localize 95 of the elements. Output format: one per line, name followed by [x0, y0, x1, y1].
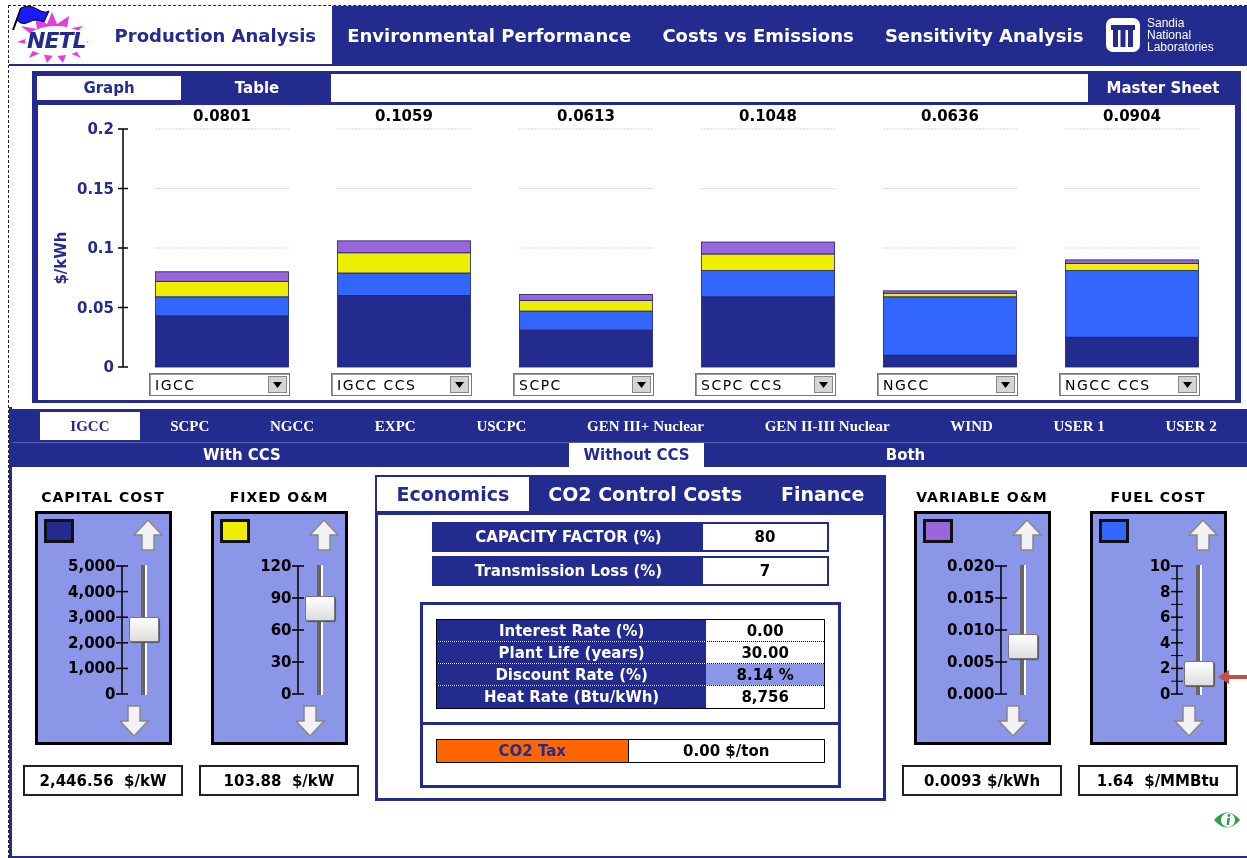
axis-tick-label: 0.1 — [87, 239, 114, 257]
value-label: 0.0801 — [193, 107, 251, 125]
scale-label: 0 — [1160, 686, 1171, 702]
technology-tab[interactable]: NGCC — [239, 412, 345, 440]
technology-tab[interactable]: IGCC — [40, 412, 140, 440]
partner-logo-text: Sandia National Laboratories — [1147, 17, 1214, 53]
economics-tab[interactable]: Economics — [377, 477, 529, 511]
logo-text: NETL — [27, 28, 86, 53]
caret-icon — [632, 376, 651, 393]
technology-dropdown[interactable]: NGCC — [877, 373, 1018, 396]
slider-thumb[interactable] — [1183, 661, 1214, 687]
main-tab[interactable]: Environmental Performance — [331, 6, 647, 64]
technology-tab[interactable]: EXPC — [344, 412, 447, 440]
down-arrow-button[interactable] — [118, 705, 149, 737]
scale-label: 0.020 — [947, 558, 995, 574]
scale-label: 0.010 — [947, 622, 995, 638]
ccs-option[interactable]: Both — [704, 443, 1247, 467]
view-tab[interactable]: Table — [183, 74, 331, 102]
scale-label: 1,000 — [68, 660, 116, 677]
technology-tab[interactable]: GEN III+ Nuclear — [556, 412, 735, 440]
technology-dropdown[interactable]: IGCC CCS — [331, 373, 472, 396]
technology-dropdown[interactable]: NGCC CCS — [1059, 373, 1200, 396]
master-sheet-button[interactable]: Master Sheet — [1088, 74, 1238, 102]
technology-tab[interactable]: USCPC — [446, 412, 557, 440]
value-label: 0.1059 — [375, 107, 433, 125]
technology-tab[interactable]: USER 1 — [1023, 412, 1136, 440]
technology-tab[interactable]: GEN II-III Nuclear — [734, 412, 920, 440]
value-display: 0.0093 $/kWh — [902, 765, 1062, 796]
scale-label: 6 — [1160, 609, 1171, 626]
down-arrow-button[interactable] — [997, 705, 1028, 737]
ccs-option[interactable]: Without CCS — [569, 443, 704, 467]
scale-label: 0.005 — [947, 654, 995, 670]
value-label: 0.0613 — [557, 107, 615, 125]
caret-icon — [1178, 376, 1197, 393]
main-tab[interactable]: Costs vs Emissions — [646, 6, 870, 64]
slider-title: FUEL COST — [1110, 489, 1206, 507]
finance-label: Heat Rate (Btu/kWh) — [437, 686, 707, 708]
axis-tick-label: 0.2 — [87, 120, 114, 138]
value-label: 0.0636 — [921, 107, 979, 125]
view-tab[interactable]: Graph — [35, 74, 183, 102]
value-label: 0.0904 — [1103, 107, 1161, 125]
caret-icon — [450, 376, 469, 393]
value-display: 103.88 $/kW — [199, 765, 359, 796]
scale-label: 2,000 — [68, 634, 116, 651]
thunderbird-emblem-icon — [1105, 17, 1141, 53]
caret-icon — [268, 376, 287, 393]
caret-icon — [996, 376, 1015, 393]
slider-thumb[interactable] — [304, 596, 335, 622]
scale-label: 90 — [270, 590, 292, 606]
technology-tab[interactable]: SCPC — [139, 412, 240, 440]
ccs-option[interactable]: With CCS — [12, 443, 472, 467]
scale-label: 0 — [105, 686, 116, 702]
slider-thumb[interactable] — [1007, 633, 1038, 659]
finance-value-field[interactable]: 8.14 % — [706, 664, 824, 685]
slider-thumb[interactable] — [128, 617, 159, 642]
scale-label: 10 — [1149, 558, 1171, 574]
axis-tick-label: 0.15 — [77, 179, 114, 198]
value-display: 2,446.56 $/kW — [23, 765, 183, 796]
slider-title: VARIABLE O&M — [916, 489, 1048, 507]
down-arrow-button[interactable] — [1173, 705, 1204, 737]
scale-label: 4,000 — [68, 583, 116, 600]
scale-label: 4 — [1160, 634, 1171, 651]
scale-label: 3,000 — [68, 609, 116, 626]
technology-tab[interactable]: USER 2 — [1135, 412, 1247, 440]
scale-label: 0.000 — [947, 686, 995, 702]
axis-tick-label: 0 — [103, 358, 114, 373]
up-arrow-button[interactable] — [1187, 519, 1218, 551]
technology-dropdown[interactable]: SCPC — [513, 373, 654, 396]
technology-tab[interactable]: WIND — [920, 412, 1024, 440]
technology-dropdown[interactable]: IGCC — [149, 373, 290, 396]
slider-title: FIXED O&M — [229, 489, 329, 507]
value-label: 0.1048 — [739, 107, 797, 125]
up-arrow-button[interactable] — [132, 519, 163, 551]
axis-title: $/kWh — [52, 231, 70, 285]
slider-title: CAPITAL COST — [41, 489, 165, 507]
scale-label: 30 — [270, 654, 292, 670]
up-arrow-button[interactable] — [1011, 519, 1042, 551]
technology-dropdown[interactable]: SCPC CCS — [695, 373, 836, 396]
value-display: 1.64 $/MMBtu — [1078, 765, 1238, 796]
finance-label: Discount Rate (%) — [437, 664, 707, 685]
down-arrow-button[interactable] — [294, 705, 325, 737]
caret-icon — [814, 376, 833, 393]
scale-label: 8 — [1160, 583, 1171, 600]
pointer-arrow-icon — [1216, 669, 1247, 686]
finance-label: Plant Life (years) — [437, 642, 707, 663]
finance-label: Interest Rate (%) — [437, 620, 707, 641]
scale-label: 0 — [281, 686, 292, 702]
axis-tick-label: 0.05 — [77, 298, 114, 317]
scale-label: 0.015 — [947, 590, 995, 606]
up-arrow-button[interactable] — [308, 519, 339, 551]
main-tab[interactable]: Sensitivity Analysis — [869, 6, 1099, 64]
scale-label: 5,000 — [68, 558, 116, 574]
scale-label: 2 — [1160, 660, 1171, 677]
scale-label: 120 — [260, 558, 292, 574]
scale-label: 60 — [270, 622, 292, 638]
